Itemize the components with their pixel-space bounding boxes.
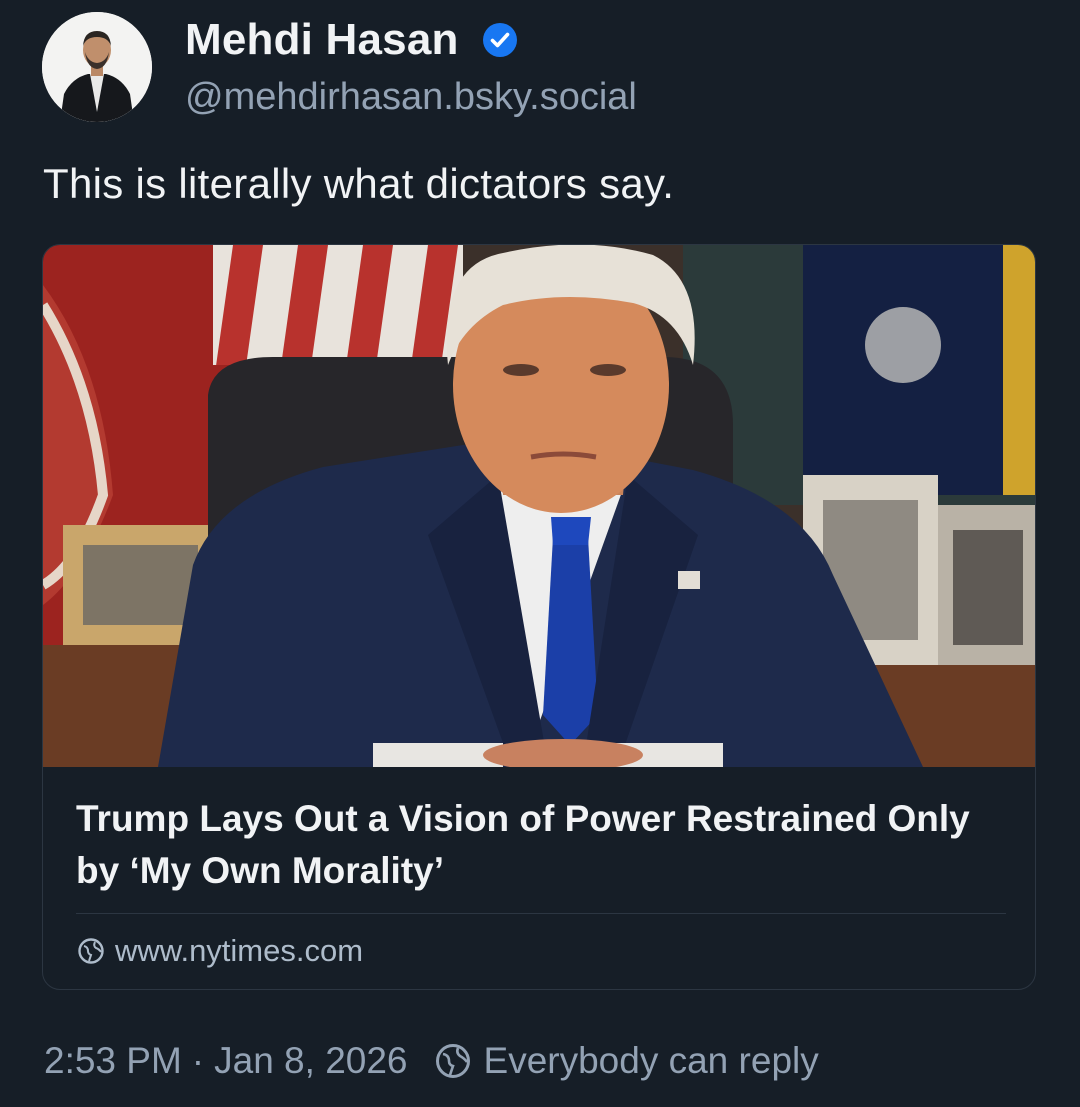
author-avatar[interactable] [42,12,152,122]
author-display-name[interactable]: Mehdi Hasan [185,14,459,66]
post-text: This is literally what dictators say. [43,160,675,207]
link-card-image [43,245,1035,767]
reply-setting[interactable]: Everybody can reply [484,1040,819,1082]
globe-icon [435,1044,470,1078]
link-card[interactable]: Trump Lays Out a Vision of Power Restrai… [42,244,1036,990]
post-time: 2:53 PM [44,1040,182,1081]
meta-separator: · [191,1040,205,1081]
link-card-divider [76,913,1006,914]
globe-icon [78,938,104,964]
post-date: Jan 8, 2026 [214,1040,408,1081]
link-card-title[interactable]: Trump Lays Out a Vision of Power Restrai… [76,793,996,897]
post-meta: 2:53 PM · Jan 8, 2026 Everybody can repl… [44,1036,819,1086]
author-handle[interactable]: @mehdirhasan.bsky.social [185,74,637,120]
verified-badge-icon [483,23,517,57]
link-card-domain: www.nytimes.com [77,931,363,971]
link-card-domain-text: www.nytimes.com [115,933,364,968]
